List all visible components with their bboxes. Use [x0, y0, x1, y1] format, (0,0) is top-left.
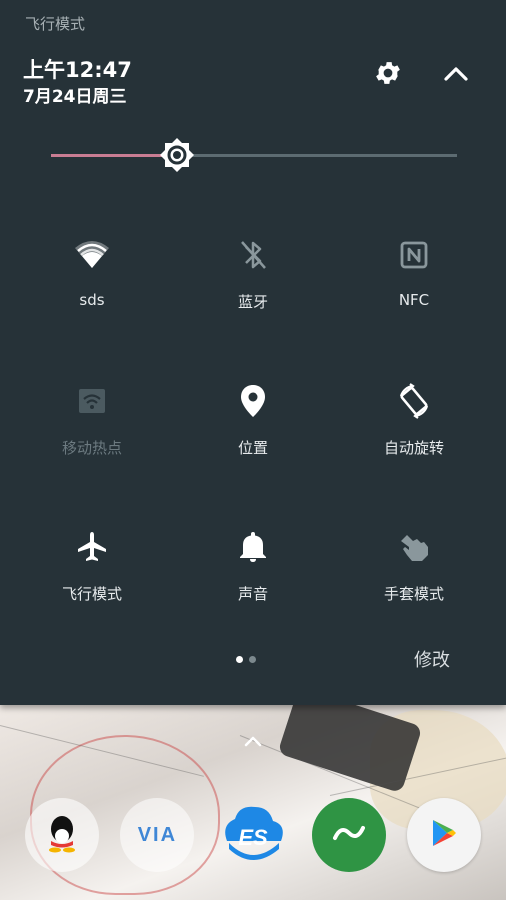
tile-airplane-mode[interactable]: 飞行模式: [12, 527, 172, 637]
qq-icon: [45, 813, 79, 857]
tile-sound[interactable]: 声音: [173, 527, 333, 637]
bluetooth-disabled-icon: [233, 235, 273, 275]
home-dock: VIA ES: [0, 790, 506, 880]
chevron-up-icon: [443, 64, 469, 86]
page-dot-active: [236, 656, 243, 663]
infinity-icon: [331, 823, 367, 847]
via-icon: VIA: [137, 823, 178, 846]
brightness-thumb[interactable]: [159, 137, 195, 173]
tile-airplane-mode-label: 飞行模式: [61, 585, 122, 603]
bell-icon: [233, 527, 273, 567]
brightness-icon: [159, 138, 195, 177]
glove-icon: [394, 527, 434, 567]
auto-rotate-icon: [394, 381, 434, 421]
tile-glove-mode[interactable]: 手套模式: [334, 527, 494, 637]
clock-time[interactable]: 上午12:47: [23, 60, 132, 81]
tile-glove-mode-label: 手套模式: [383, 585, 444, 603]
tile-bluetooth-label: 蓝牙: [237, 293, 268, 311]
play-store-icon: [431, 818, 457, 852]
location-icon: [233, 381, 273, 421]
brightness-slider[interactable]: [51, 136, 457, 176]
collapse-button[interactable]: [438, 57, 474, 93]
dock-app-via[interactable]: VIA: [120, 798, 195, 872]
tile-wifi-label: sds: [79, 291, 105, 309]
status-bar-label: 飞行模式: [25, 15, 86, 33]
page-indicator: [236, 656, 256, 663]
es-logo-text: ES: [238, 825, 268, 850]
gear-icon: [373, 58, 403, 92]
page-dot-inactive: [249, 656, 256, 663]
settings-button[interactable]: [370, 57, 406, 93]
tile-hotspot-label: 移动热点: [61, 439, 122, 457]
clock-date[interactable]: 7月24日周三: [23, 82, 127, 107]
es-file-icon: ES: [217, 797, 289, 873]
dock-app-360[interactable]: [311, 798, 386, 872]
tile-auto-rotate[interactable]: 自动旋转: [334, 381, 494, 491]
hotspot-icon: [72, 381, 112, 421]
tile-bluetooth[interactable]: 蓝牙: [173, 235, 333, 345]
nfc-icon: [394, 235, 434, 275]
tile-hotspot[interactable]: 移动热点: [12, 381, 172, 491]
quick-settings-panel: 飞行模式 上午12:47 7月24日周三 sds 蓝牙 NFC 移动热点 位置 …: [0, 0, 506, 705]
edit-tiles-button[interactable]: 修改: [414, 646, 450, 672]
wifi-icon: [72, 235, 112, 275]
app-drawer-arrow-icon[interactable]: [243, 733, 263, 747]
dock-app-play-store[interactable]: [407, 798, 482, 872]
tile-sound-label: 声音: [237, 585, 268, 603]
airplane-icon: [72, 527, 112, 567]
tile-location[interactable]: 位置: [173, 381, 333, 491]
tile-location-label: 位置: [237, 439, 268, 457]
tile-nfc[interactable]: NFC: [334, 235, 494, 345]
tile-nfc-label: NFC: [398, 291, 430, 309]
tile-auto-rotate-label: 自动旋转: [383, 439, 444, 457]
dock-app-qq[interactable]: [24, 798, 99, 872]
dock-app-es[interactable]: ES: [216, 798, 290, 872]
tile-wifi[interactable]: sds: [12, 235, 172, 345]
